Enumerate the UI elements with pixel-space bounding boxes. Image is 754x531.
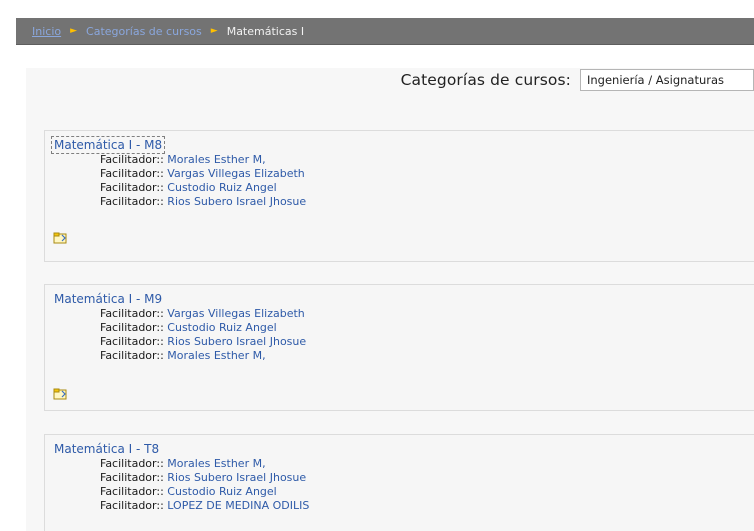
teacher-item: Facilitador:: LOPEZ DE MEDINA ODILIS (100, 499, 309, 513)
teacher-item: Facilitador:: Custodio Ruiz Angel (100, 181, 306, 195)
teacher-name-link[interactable]: Vargas Villegas Elizabeth (167, 307, 304, 320)
course-summary-icon[interactable] (53, 388, 67, 400)
teacher-item: Facilitador:: Rios Subero Israel Jhosue (100, 335, 306, 349)
category-jump: Categorías de cursos: Ingeniería / Asign… (401, 68, 754, 92)
teacher-role: Facilitador:: (100, 457, 164, 470)
teacher-role: Facilitador:: (100, 321, 164, 334)
course-box: Matemática I - M8 Facilitador:: Morales … (44, 130, 754, 262)
teacher-name-link[interactable]: Rios Subero Israel Jhosue (167, 471, 306, 484)
course-box: Matemática I - M9 Facilitador:: Vargas V… (44, 284, 754, 411)
teacher-item: Facilitador:: Vargas Villegas Elizabeth (100, 167, 306, 181)
teacher-name-link[interactable]: Morales Esther M, (167, 349, 265, 362)
top-strip (0, 0, 754, 18)
teacher-role: Facilitador:: (100, 181, 164, 194)
teacher-item: Facilitador:: Custodio Ruiz Angel (100, 321, 306, 335)
teacher-name-link[interactable]: Vargas Villegas Elizabeth (167, 167, 304, 180)
course-title-link[interactable]: Matemática I - M8 (50, 136, 166, 154)
category-select-value: Ingeniería / Asignaturas (587, 73, 725, 87)
teacher-name-link[interactable]: Custodio Ruiz Angel (167, 485, 276, 498)
teacher-list: Facilitador:: Vargas Villegas Elizabeth … (100, 307, 306, 363)
teacher-name-link[interactable]: Morales Esther M, (167, 457, 265, 470)
teacher-role: Facilitador:: (100, 499, 164, 512)
breadcrumb-home-link[interactable]: Inicio (32, 25, 61, 38)
teacher-list: Facilitador:: Morales Esther M, Facilita… (100, 457, 309, 513)
teacher-name-link[interactable]: LOPEZ DE MEDINA ODILIS (167, 499, 309, 512)
teacher-item: Facilitador:: Vargas Villegas Elizabeth (100, 307, 306, 321)
teacher-item: Facilitador:: Morales Esther M, (100, 349, 306, 363)
teacher-name-link[interactable]: Rios Subero Israel Jhosue (167, 195, 306, 208)
course-box: Matemática I - T8 Facilitador:: Morales … (44, 434, 754, 531)
teacher-role: Facilitador:: (100, 195, 164, 208)
teacher-role: Facilitador:: (100, 153, 164, 166)
teacher-name-link[interactable]: Custodio Ruiz Angel (167, 321, 276, 334)
breadcrumb-separator-icon: ► (70, 26, 78, 36)
teacher-role: Facilitador:: (100, 307, 164, 320)
teacher-role: Facilitador:: (100, 349, 164, 362)
teacher-role: Facilitador:: (100, 471, 164, 484)
teacher-name-link[interactable]: Custodio Ruiz Angel (167, 181, 276, 194)
course-summary-icon[interactable] (53, 232, 67, 244)
teacher-role: Facilitador:: (100, 335, 164, 348)
teacher-item: Facilitador:: Morales Esther M, (100, 457, 309, 471)
teacher-list: Facilitador:: Morales Esther M, Facilita… (100, 153, 306, 209)
teacher-role: Facilitador:: (100, 167, 164, 180)
category-jump-label: Categorías de cursos: (400, 71, 571, 89)
breadcrumb-categories-link[interactable]: Categorías de cursos (86, 25, 202, 38)
breadcrumb: Inicio ► Categorías de cursos ► Matemáti… (16, 18, 754, 45)
teacher-item: Facilitador:: Morales Esther M, (100, 153, 306, 167)
course-title-link[interactable]: Matemática I - M9 (52, 291, 164, 307)
course-title-link[interactable]: Matemática I - T8 (52, 441, 161, 457)
breadcrumb-separator-icon: ► (210, 26, 218, 36)
teacher-role: Facilitador:: (100, 485, 164, 498)
teacher-name-link[interactable]: Rios Subero Israel Jhosue (167, 335, 306, 348)
teacher-item: Facilitador:: Custodio Ruiz Angel (100, 485, 309, 499)
teacher-name-link[interactable]: Morales Esther M, (167, 153, 265, 166)
teacher-item: Facilitador:: Rios Subero Israel Jhosue (100, 195, 306, 209)
category-select[interactable]: Ingeniería / Asignaturas (580, 69, 754, 91)
breadcrumb-current: Matemáticas I (226, 24, 305, 38)
teacher-item: Facilitador:: Rios Subero Israel Jhosue (100, 471, 309, 485)
